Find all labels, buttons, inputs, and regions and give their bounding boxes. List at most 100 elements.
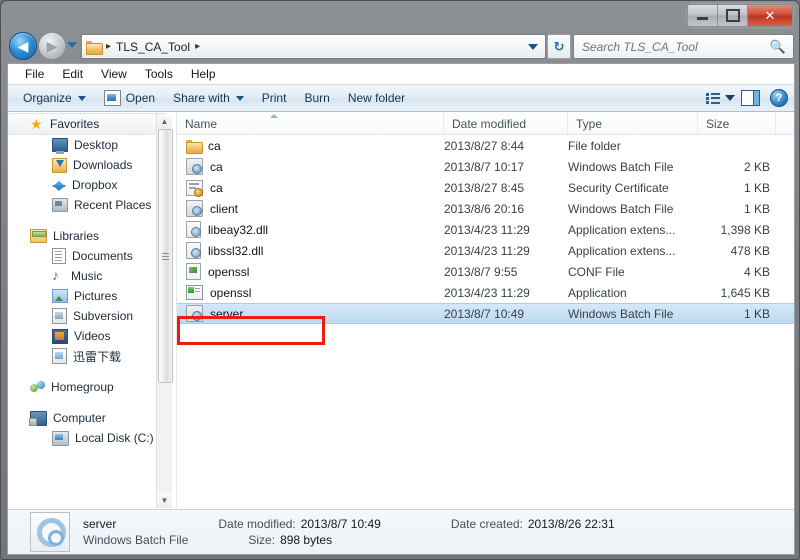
table-row[interactable]: client 2013/8/6 20:16 Windows Batch File…	[177, 198, 794, 219]
print-button[interactable]: Print	[253, 88, 296, 108]
sidebar-item-libraries[interactable]: Libraries	[8, 226, 176, 246]
table-row[interactable]: openssl 2013/4/23 11:29 Application 1,64…	[177, 282, 794, 303]
sidebar-item-computer[interactable]: Computer	[8, 408, 176, 428]
menu-help[interactable]: Help	[182, 65, 225, 83]
table-row[interactable]: libeay32.dll 2013/4/23 11:29 Application…	[177, 219, 794, 240]
back-button[interactable]: ◀	[9, 32, 37, 60]
cell-type: Windows Batch File	[568, 201, 674, 216]
maximize-icon	[725, 9, 740, 22]
sidebar-item-xunlei[interactable]: 迅雷下载	[8, 346, 176, 366]
sidebar-item-pictures[interactable]: Pictures	[8, 286, 176, 306]
table-row[interactable]: ca 2013/8/27 8:44 File folder	[177, 135, 794, 156]
column-header-name[interactable]: Name	[177, 113, 444, 134]
menu-edit[interactable]: Edit	[53, 65, 92, 83]
sidebar-item-subversion[interactable]: Subversion	[8, 306, 176, 326]
sidebar-label-libraries: Libraries	[53, 229, 100, 243]
new-folder-button[interactable]: New folder	[339, 88, 414, 108]
maximize-button[interactable]	[718, 5, 748, 26]
table-row[interactable]: openssl 2013/8/7 9:55 CONF File 4 KB	[177, 261, 794, 282]
refresh-button[interactable]: ↻	[547, 34, 571, 59]
column-label-date: Date modified	[452, 116, 527, 131]
open-label: Open	[125, 91, 156, 105]
computer-icon	[29, 410, 47, 426]
sidebar-scrollbar[interactable]: ▲ ▼	[156, 114, 173, 508]
cell-type: Application extens...	[568, 222, 676, 237]
sidebar-label-videos: Videos	[74, 329, 111, 343]
chevron-down-icon	[77, 95, 86, 101]
breadcrumb-path[interactable]: TLS_CA_Tool	[116, 40, 190, 54]
file-name: libssl32.dll	[208, 243, 264, 258]
forward-arrow-icon: ▶	[46, 37, 58, 54]
column-header-row: Name Date modified Type Size	[177, 113, 794, 135]
cell-name: openssl	[177, 263, 444, 280]
nav-group-computer: Computer Local Disk (C:)	[8, 408, 176, 448]
table-row[interactable]: ca 2013/8/7 10:17 Windows Batch File 2 K…	[177, 156, 794, 177]
sidebar-label-xunlei: 迅雷下载	[73, 349, 122, 364]
column-header-date[interactable]: Date modified	[444, 113, 568, 134]
open-button[interactable]: Open	[95, 87, 164, 109]
open-icon	[103, 90, 121, 106]
forward-button[interactable]: ▶	[38, 32, 66, 60]
address-dropdown-icon[interactable]	[528, 43, 538, 50]
details-file-name: server	[83, 517, 117, 531]
address-bar[interactable]: ▸ TLS_CA_Tool ▸	[81, 34, 546, 59]
sidebar-item-documents[interactable]: Documents	[8, 246, 176, 266]
details-size-label: Size:	[248, 533, 276, 547]
column-label-type: Type	[576, 116, 603, 131]
view-options-icon[interactable]	[706, 92, 720, 104]
cell-size: 2 KB	[743, 159, 770, 174]
cell-type: Application extens...	[568, 243, 676, 258]
star-icon: ★	[30, 115, 43, 132]
batch-file-icon	[186, 305, 203, 322]
menu-tools[interactable]: Tools	[136, 65, 182, 83]
sidebar-item-favorites[interactable]: ★ Favorites	[8, 113, 166, 135]
scroll-up-icon[interactable]: ▲	[157, 114, 172, 129]
search-box[interactable]: Search TLS_CA_Tool 🔍	[573, 34, 794, 59]
preview-pane-icon[interactable]	[741, 90, 760, 106]
share-with-button[interactable]: Share with	[164, 88, 253, 108]
conf-file-icon	[186, 263, 201, 280]
new-folder-label: New folder	[347, 91, 406, 105]
scrollbar-thumb[interactable]	[158, 129, 173, 383]
column-header-size[interactable]: Size	[698, 113, 776, 134]
view-options-chevron-icon[interactable]	[725, 95, 735, 101]
breadcrumb-separator-2[interactable]: ▸	[195, 41, 200, 52]
close-button[interactable]: ✕	[748, 5, 792, 26]
navigation-pane[interactable]: ★ Favorites Desktop Downloads Dropbox Re…	[8, 113, 177, 509]
cell-date-modified: 2013/8/7 10:49	[444, 306, 525, 321]
table-row[interactable]: libssl32.dll 2013/4/23 11:29 Application…	[177, 240, 794, 261]
sidebar-item-homegroup[interactable]: Homegroup	[8, 377, 176, 397]
sidebar-item-music[interactable]: ♪ Music	[8, 266, 176, 286]
cell-size: 1 KB	[743, 180, 770, 195]
cell-type: Security Certificate	[568, 180, 669, 195]
details-size-value: 898 bytes	[280, 533, 333, 547]
search-input[interactable]: Search TLS_CA_Tool	[582, 40, 698, 54]
certificate-icon	[186, 179, 203, 197]
table-row[interactable]: ca 2013/8/27 8:45 Security Certificate 1…	[177, 177, 794, 198]
breadcrumb-separator-1[interactable]: ▸	[106, 41, 111, 52]
cell-date-modified: 2013/4/23 11:29	[444, 285, 530, 300]
sidebar-item-dropbox[interactable]: Dropbox	[8, 175, 176, 195]
scroll-down-icon[interactable]: ▼	[157, 493, 172, 508]
details-date-created-label: Date created:	[450, 517, 523, 531]
menu-file[interactable]: File	[16, 65, 53, 83]
organize-button[interactable]: Organize	[14, 88, 95, 108]
table-row-selected[interactable]: server 2013/8/7 10:49 Windows Batch File…	[177, 303, 794, 324]
column-header-type[interactable]: Type	[568, 113, 698, 134]
menu-view[interactable]: View	[92, 65, 136, 83]
sidebar-item-downloads[interactable]: Downloads	[8, 155, 176, 175]
file-name: server	[210, 306, 244, 321]
batch-file-large-icon	[30, 512, 70, 552]
sidebar-item-videos[interactable]: Videos	[8, 326, 176, 346]
burn-button[interactable]: Burn	[295, 88, 338, 108]
help-icon[interactable]: ?	[770, 89, 788, 107]
history-dropdown-icon[interactable]	[67, 42, 77, 48]
minimize-button[interactable]	[688, 5, 718, 26]
sidebar-item-local-disk[interactable]: Local Disk (C:)	[8, 428, 176, 448]
sidebar-item-desktop[interactable]: Desktop	[8, 135, 176, 155]
sidebar-item-recent-places[interactable]: Recent Places	[8, 195, 176, 215]
minimize-icon	[697, 17, 708, 20]
details-secondary: Date modified: 2013/8/7 10:49 Size: 898 …	[218, 516, 380, 548]
search-icon: 🔍	[769, 38, 786, 54]
